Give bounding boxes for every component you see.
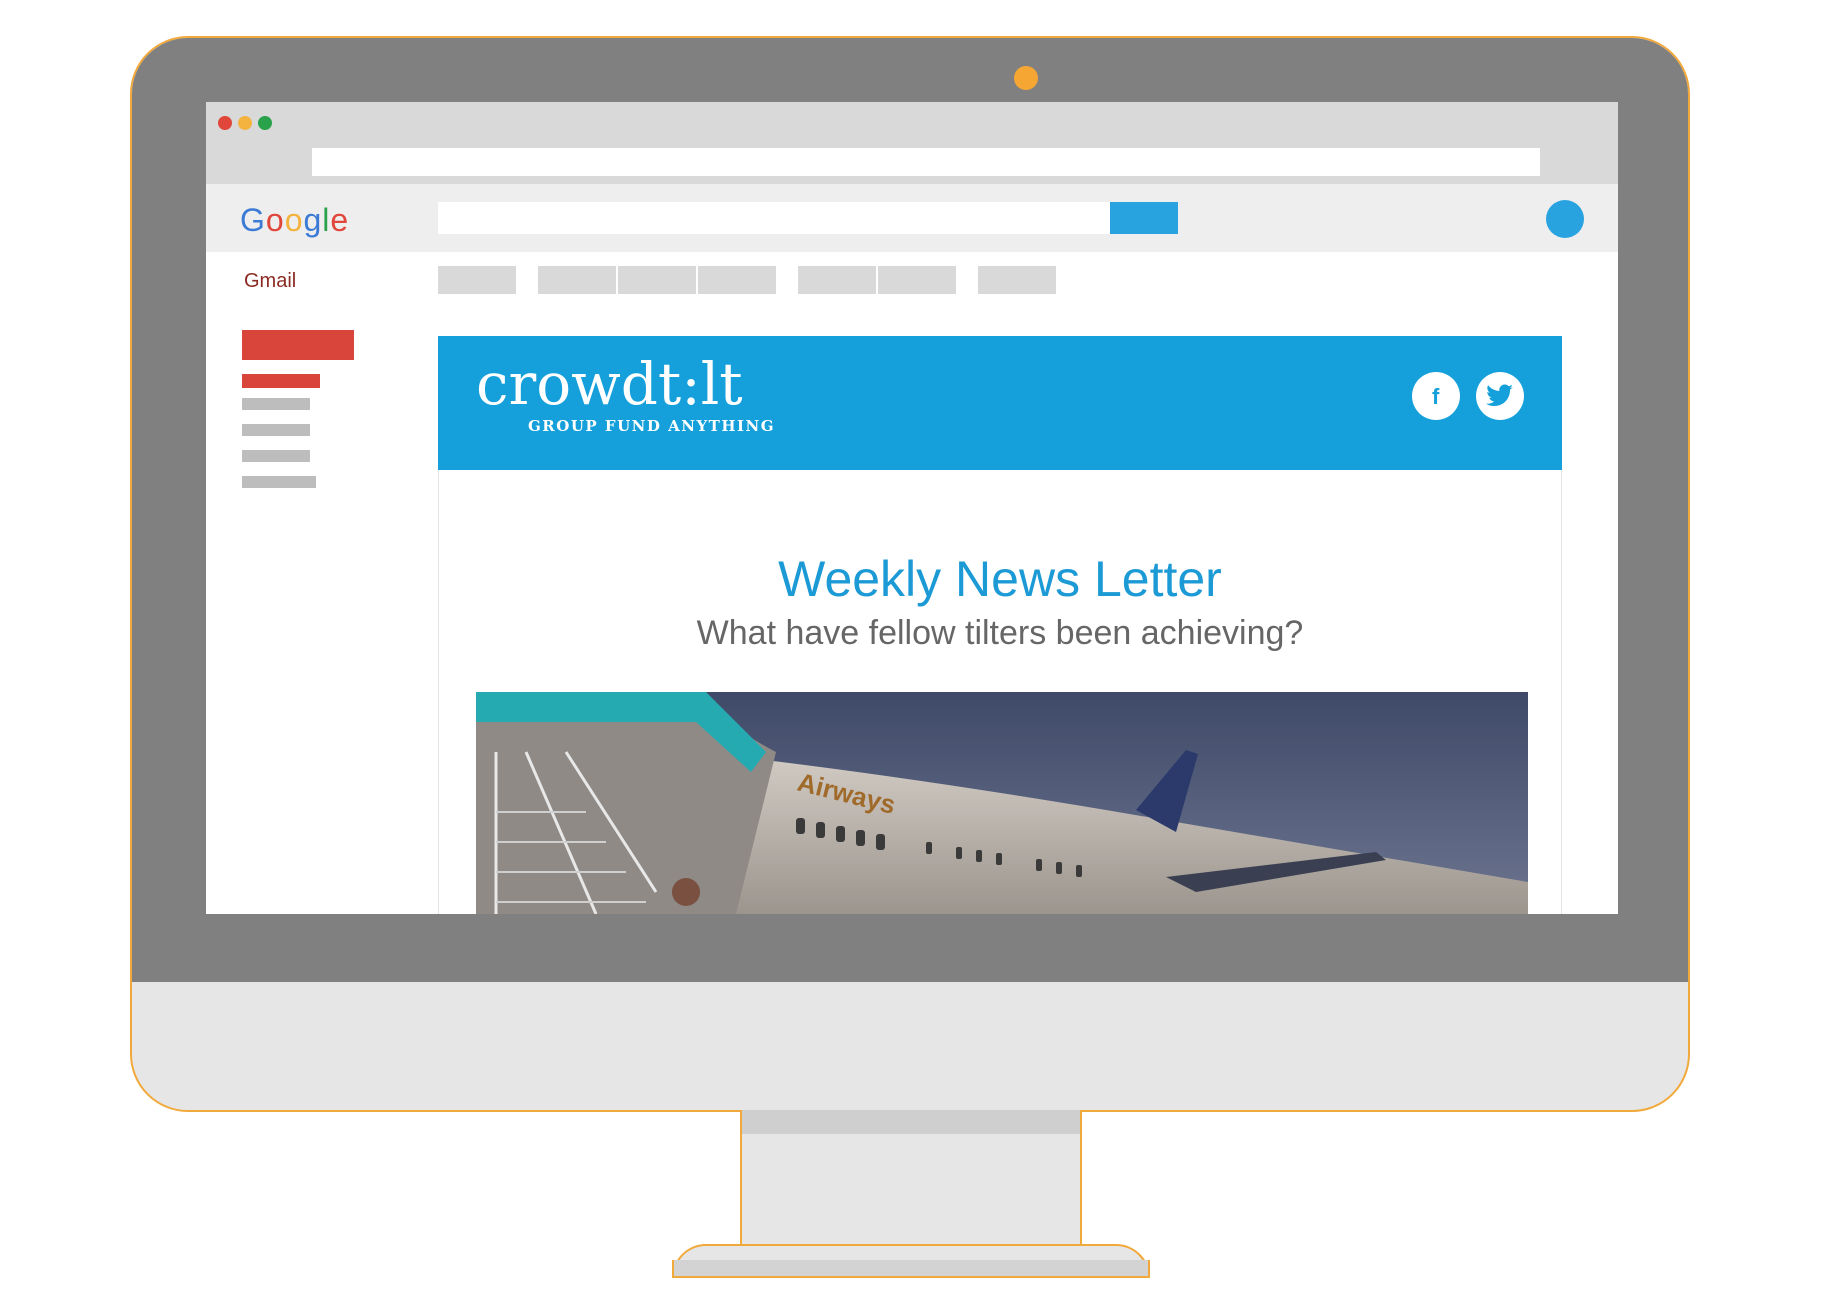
- search-input[interactable]: [438, 202, 1110, 234]
- camera-icon: [1014, 66, 1038, 90]
- sidebar-item[interactable]: [242, 450, 310, 462]
- logo-letter: G: [240, 202, 266, 238]
- toolbar-button[interactable]: [618, 266, 696, 294]
- logo-letter: e: [330, 202, 350, 238]
- close-window-button[interactable]: [218, 116, 232, 130]
- search-button[interactable]: [1110, 202, 1178, 234]
- brand-logo[interactable]: crowdt:lt: [476, 350, 743, 418]
- browser-window: Google Gmail crowdt:lt GROUP FUND ANYTHI…: [206, 102, 1618, 914]
- brand-tagline: GROUP FUND ANYTHING: [528, 417, 776, 435]
- newsletter-subtitle: What have fellow tilters been achieving?: [696, 614, 1304, 652]
- sidebar-item[interactable]: [242, 424, 310, 436]
- maximize-window-button[interactable]: [258, 116, 272, 130]
- toolbar-button[interactable]: [878, 266, 956, 294]
- toolbar-button[interactable]: [978, 266, 1056, 294]
- browser-toolbar: [206, 102, 1618, 184]
- newsletter-title: Weekly News Letter: [778, 551, 1222, 607]
- toolbar-button[interactable]: [538, 266, 616, 294]
- svg-text:f: f: [1432, 384, 1440, 409]
- monitor-stand-base-edge: [672, 1260, 1150, 1278]
- logo-letter: o: [284, 202, 304, 238]
- toolbar-button[interactable]: [798, 266, 876, 294]
- minimize-window-button[interactable]: [238, 116, 252, 130]
- monitor-stand-shadow: [742, 1110, 1080, 1134]
- sidebar-item-inbox[interactable]: [242, 374, 320, 388]
- gmail-label[interactable]: Gmail: [244, 270, 296, 293]
- toolbar-button[interactable]: [698, 266, 776, 294]
- hero-image[interactable]: Airways: [476, 692, 1528, 914]
- address-bar[interactable]: [312, 148, 1540, 176]
- toolbar-button[interactable]: [438, 266, 516, 294]
- google-logo[interactable]: Google: [240, 202, 349, 239]
- logo-letter: o: [265, 202, 285, 238]
- twitter-icon[interactable]: [1476, 372, 1524, 420]
- compose-button[interactable]: [242, 330, 354, 360]
- sidebar-item[interactable]: [242, 476, 316, 488]
- avatar[interactable]: [1546, 200, 1584, 238]
- facebook-icon[interactable]: f: [1412, 372, 1460, 420]
- sidebar-item[interactable]: [242, 398, 310, 410]
- logo-letter: g: [303, 202, 323, 238]
